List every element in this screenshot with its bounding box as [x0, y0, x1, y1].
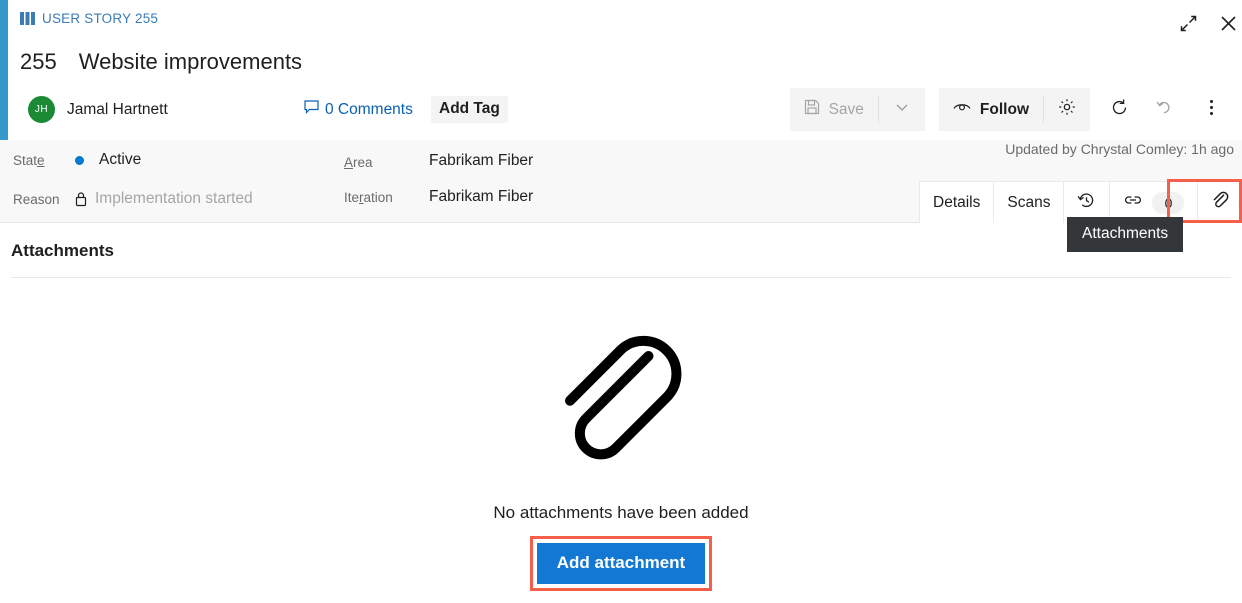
tab-details[interactable]: Details: [920, 182, 995, 223]
comments-count-label: 0 Comments: [325, 100, 413, 118]
reason-field-value: Implementation started: [95, 190, 253, 207]
work-item-toolbar: Save Follow: [789, 88, 1234, 131]
assigned-to-name[interactable]: Jamal Hartnett: [67, 101, 168, 119]
reason-field-label: Reason: [13, 192, 60, 207]
user-story-icon: [20, 12, 35, 25]
chevron-down-icon: [894, 99, 910, 120]
links-count: 0: [1152, 191, 1185, 214]
comment-bubble-icon: [304, 100, 319, 119]
iteration-field-value[interactable]: Fabrikam Fiber: [429, 188, 533, 206]
save-group: Save: [789, 88, 925, 131]
kebab-menu-icon: [1209, 98, 1214, 122]
section-divider: [11, 277, 1231, 278]
undo-icon: [1156, 98, 1175, 122]
empty-state-message: No attachments have been added: [493, 503, 749, 522]
area-field-value[interactable]: Fabrikam Fiber: [429, 152, 533, 170]
work-item-type-label: USER STORY 255: [42, 11, 159, 26]
follow-group: Follow: [938, 88, 1090, 131]
restore-icon[interactable]: [1173, 8, 1203, 38]
attachments-count: 0: [1238, 191, 1242, 214]
attachments-tooltip: Attachments: [1067, 217, 1184, 252]
eye-icon: [953, 100, 971, 119]
last-updated-text: Updated by Chrystal Comley: 1h ago: [1005, 141, 1234, 157]
history-icon: [1077, 191, 1096, 215]
state-field-value[interactable]: Active: [99, 151, 141, 169]
tab-scans-label: Scans: [1007, 193, 1051, 211]
undo-button[interactable]: [1142, 88, 1188, 131]
add-attachment-button[interactable]: Add attachment: [535, 542, 707, 585]
settings-button[interactable]: [1044, 88, 1090, 131]
page-title: Attachments: [11, 241, 114, 260]
work-item-title[interactable]: Website improvements: [79, 49, 302, 75]
paperclip-icon: [1211, 190, 1229, 215]
iteration-field-label: Iteration: [344, 190, 393, 205]
state-status-dot: [75, 156, 84, 165]
comments-link[interactable]: 0 Comments: [304, 100, 413, 119]
gear-icon: [1058, 98, 1076, 121]
attachments-empty-state: No attachments have been added Add attac…: [0, 300, 1242, 591]
work-item-id: 255: [20, 49, 57, 74]
save-dropdown-button[interactable]: [879, 88, 925, 131]
add-tag-button[interactable]: Add Tag: [431, 96, 508, 123]
work-item-color-stripe: [0, 0, 8, 140]
large-paperclip-icon: [556, 320, 686, 475]
close-icon[interactable]: [1213, 8, 1242, 38]
follow-label: Follow: [979, 100, 1029, 118]
work-item-meta-row: JH Jamal Hartnett 0 Comments Add Tag: [28, 96, 508, 123]
refresh-button[interactable]: [1096, 88, 1142, 131]
save-label: Save: [828, 100, 864, 118]
save-icon: [804, 99, 820, 120]
lock-icon: [74, 191, 88, 212]
link-icon: [1123, 193, 1143, 212]
state-field-label: State: [13, 153, 45, 168]
refresh-icon: [1110, 98, 1129, 122]
area-field-label: Area: [344, 155, 373, 170]
tab-scans[interactable]: Scans: [994, 182, 1065, 223]
work-item-title-row: 255 Website improvements: [20, 49, 302, 75]
tab-attachments[interactable]: 0: [1198, 182, 1242, 223]
work-item-header: USER STORY 255 255 Website improvements …: [8, 0, 1242, 140]
follow-button[interactable]: Follow: [939, 88, 1043, 131]
add-attachment-wrapper: Add attachment: [529, 536, 713, 591]
tab-details-label: Details: [933, 193, 981, 211]
save-button[interactable]: Save: [790, 88, 878, 131]
more-actions-button[interactable]: [1188, 88, 1234, 131]
work-item-type-breadcrumb: USER STORY 255: [20, 11, 158, 26]
avatar[interactable]: JH: [28, 96, 55, 123]
